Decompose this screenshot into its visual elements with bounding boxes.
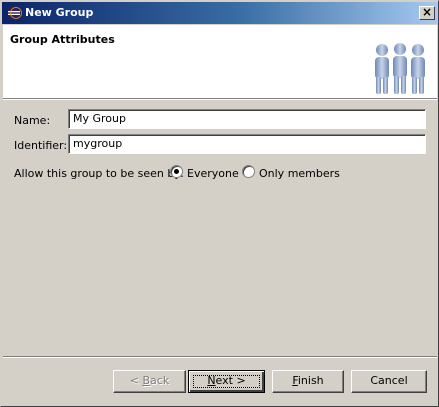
identifier-label: Identifier: <box>14 139 68 152</box>
close-button[interactable]: × <box>419 6 435 20</box>
everyone-radio[interactable] <box>170 165 183 178</box>
identifier-input[interactable]: mygroup <box>68 134 426 154</box>
name-input[interactable]: My Group <box>68 109 426 129</box>
cancel-button[interactable]: Cancel <box>351 370 427 393</box>
eclipse-app-icon <box>7 6 22 20</box>
close-icon: × <box>421 5 433 19</box>
header-banner: Group Attributes <box>3 25 437 98</box>
visibility-label: Allow this group to be seen by: <box>14 167 184 180</box>
cancel-label: Cancel <box>370 374 408 387</box>
group-people-icon <box>375 43 425 94</box>
finish-button[interactable]: Finish <box>272 370 344 393</box>
new-group-dialog: New Group × Group Attributes Name: My Gr… <box>0 0 439 407</box>
name-label: Name: <box>14 114 51 127</box>
page-title: Group Attributes <box>10 33 115 46</box>
only-members-label[interactable]: Only members <box>259 167 340 180</box>
only-members-radio[interactable] <box>242 165 255 178</box>
back-label: < Back <box>129 374 170 387</box>
radio-selected-dot <box>174 169 179 174</box>
header-separator <box>3 98 437 100</box>
next-button[interactable]: Next > <box>188 370 265 393</box>
everyone-label[interactable]: Everyone <box>187 167 239 180</box>
footer-separator <box>3 356 437 358</box>
title-bar[interactable]: New Group × <box>2 2 438 24</box>
window-title: New Group <box>25 6 94 19</box>
focus-rect <box>193 375 260 388</box>
finish-label: Finish <box>292 374 324 387</box>
back-button[interactable]: < Back <box>113 370 186 393</box>
